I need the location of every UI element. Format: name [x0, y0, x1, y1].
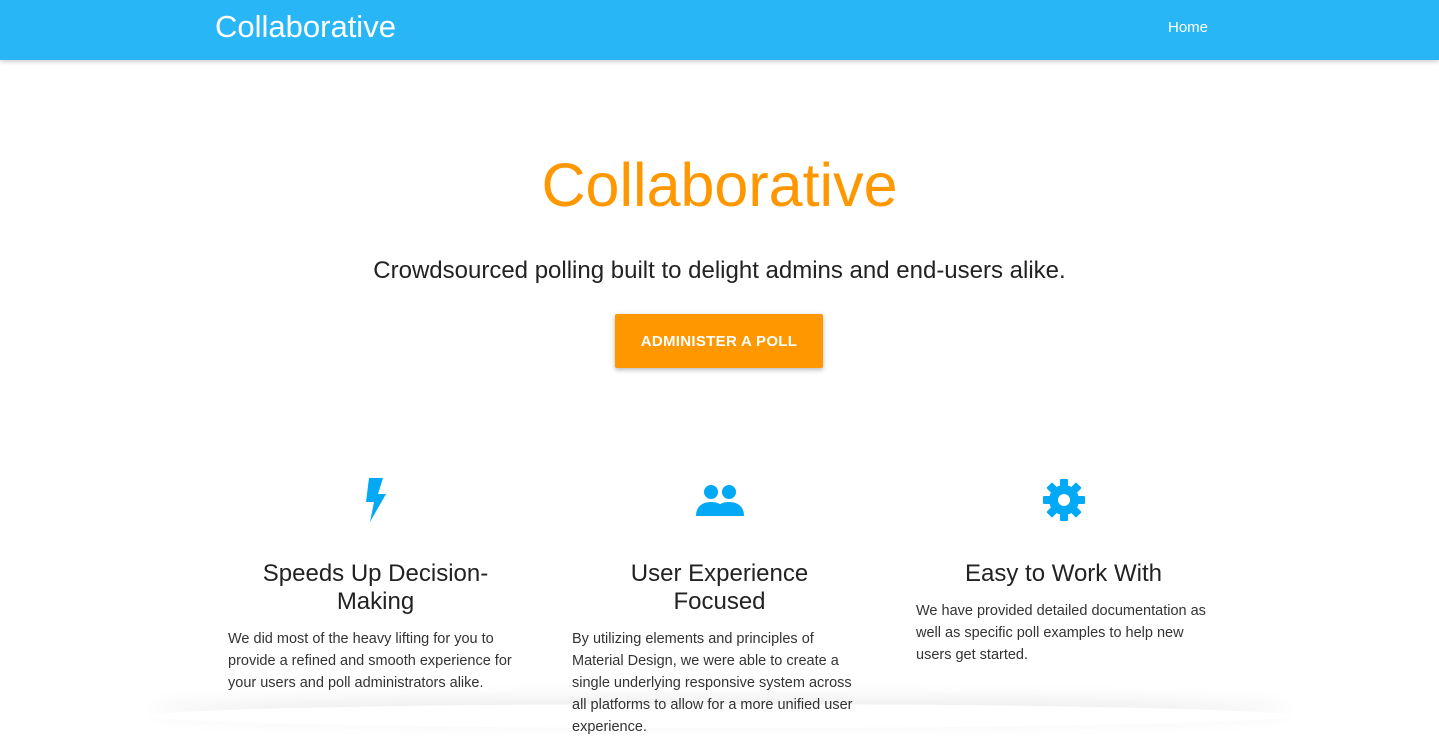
nav-link-home[interactable]: Home — [1168, 18, 1208, 38]
feature-title: Easy to Work With — [965, 560, 1162, 587]
feature-description: We have provided detailed documentation … — [916, 603, 1206, 663]
top-navbar: Collaborative Home — [0, 0, 1439, 60]
feature-speeds-up-decision-making: Speeds Up Decision-Making We did most of… — [228, 470, 523, 694]
feature-user-experience-focused: User Experience Focused By utilizing ele… — [572, 470, 867, 738]
feature-description: We did most of the heavy lifting for you… — [228, 631, 512, 691]
card-edge-shadow — [150, 704, 1290, 728]
feature-title: Speeds Up Decision-Making — [262, 560, 489, 615]
lightning-bolt-icon — [365, 478, 386, 522]
feature-title: User Experience Focused — [630, 560, 809, 615]
feature-easy-to-work-with: Easy to Work With We have provided detai… — [916, 470, 1211, 666]
hero-title: Collaborative — [541, 151, 898, 219]
administer-poll-button[interactable]: ADMINISTER A POLL — [615, 314, 823, 368]
brand-logo-link[interactable]: Collaborative — [215, 8, 396, 46]
hero-subtitle: Crowdsourced polling built to delight ad… — [373, 257, 1066, 284]
users-group-icon — [695, 485, 744, 516]
gear-icon — [1042, 479, 1085, 521]
